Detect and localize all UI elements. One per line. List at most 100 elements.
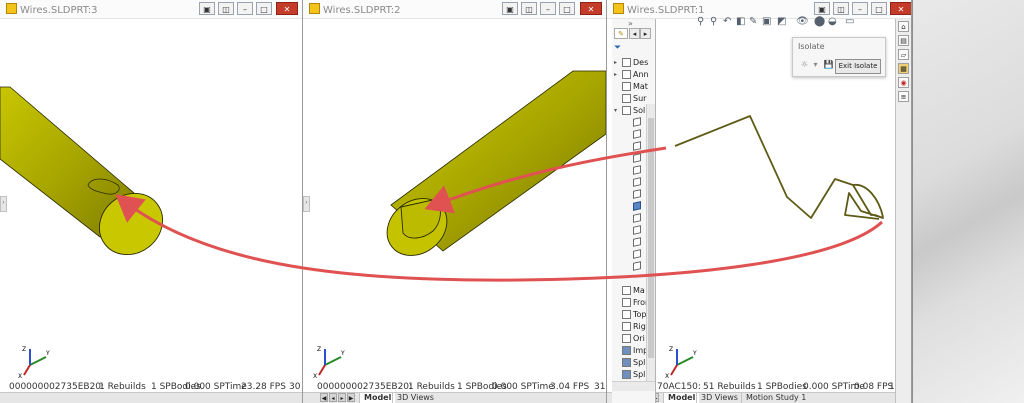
file-explorer-icon[interactable]: ▱: [898, 49, 909, 60]
tree-node-surface-bodies[interactable]: Sur: [612, 93, 655, 104]
window-title: Wires.SLDPRT:3: [6, 3, 98, 16]
svg-text:Y: Y: [340, 350, 345, 357]
plane-icon: [622, 322, 631, 331]
hide-show-items-icon[interactable]: 👁: [796, 16, 809, 27]
restore-view-button[interactable]: ◫: [521, 2, 537, 15]
tab-3d-views[interactable]: 3D Views: [696, 393, 742, 403]
tab-last-button[interactable]: ▶: [347, 393, 355, 402]
close-button[interactable]: ✕: [580, 2, 602, 15]
tab-model[interactable]: Model: [663, 393, 700, 403]
previous-view-icon[interactable]: ↶: [723, 16, 731, 27]
titlebar[interactable]: Wires.SLDPRT:3 ▣ ◫ – □ ✕: [0, 0, 302, 19]
view-palette-icon[interactable]: ▦: [898, 63, 909, 74]
scrollbar-thumb[interactable]: [648, 118, 654, 358]
solid-body-icon[interactable]: [633, 141, 641, 151]
wire-3d-sketch-loop: [852, 184, 884, 218]
panel-expand-handle[interactable]: ›: [303, 196, 310, 212]
document-window-3: Wires.SLDPRT:3 ▣ ◫ – □ ✕ › YZX 000000002…: [0, 0, 303, 403]
solid-body-icon[interactable]: [633, 249, 641, 259]
graphics-viewport[interactable]: [303, 19, 606, 383]
part-icon: [613, 3, 624, 14]
graphics-viewport[interactable]: [0, 19, 302, 383]
manager-tabs: ✎ ◂ ▸: [614, 28, 652, 40]
tree-node-annotations[interactable]: ▸ Ann: [612, 69, 655, 80]
tab-first-button[interactable]: ◀: [320, 393, 328, 402]
design-library-icon[interactable]: ▤: [898, 35, 909, 46]
part-icon: [6, 3, 17, 14]
feature-manager-tree[interactable]: » ✎ ◂ ▸ ⏷ ▸ Des ▸ Ann Mat Sur ▾ Soli Ma Fro…: [612, 19, 656, 403]
solid-body-icon[interactable]: [633, 129, 641, 139]
zoom-to-area-icon[interactable]: ⚲: [710, 16, 717, 27]
solid-body-icon[interactable]: [633, 153, 641, 163]
svg-text:X: X: [18, 373, 22, 379]
svg-text:Z: Z: [669, 346, 673, 353]
imported-body-icon: [622, 346, 631, 355]
exit-isolate-button[interactable]: Exit Isolate: [835, 59, 881, 74]
tile-button[interactable]: ▣: [814, 2, 830, 15]
display-style-icon[interactable]: ◩: [777, 16, 786, 27]
solid-body-icon[interactable]: [633, 189, 641, 199]
tab-scroll-left[interactable]: ◂: [629, 28, 640, 39]
tab-model[interactable]: Model: [359, 393, 396, 403]
minimize-button[interactable]: –: [852, 2, 868, 15]
visibility-icon[interactable]: ☼: [799, 59, 810, 70]
surface-bodies-icon: [622, 94, 631, 103]
close-button[interactable]: ✕: [276, 2, 298, 15]
tree-collapse-handle[interactable]: »: [628, 19, 633, 28]
view-orientation-icon[interactable]: ▣: [762, 16, 771, 27]
tab-scroll-right[interactable]: ▸: [640, 28, 651, 39]
apply-scene-icon[interactable]: ◒: [828, 16, 837, 27]
save-as-display-state-icon[interactable]: 💾: [823, 59, 834, 70]
tile-button[interactable]: ▣: [199, 2, 215, 15]
model-tab-strip: [0, 392, 302, 403]
maximize-button[interactable]: □: [256, 2, 272, 15]
titlebar[interactable]: Wires.SLDPRT:2 ▣ ◫ – □ ✕: [303, 0, 606, 19]
tab-next-button[interactable]: ▸: [338, 393, 346, 402]
solid-bodies-icon: [622, 106, 631, 115]
plane-icon: [622, 310, 631, 319]
tab-prev-button[interactable]: ◂: [329, 393, 337, 402]
appearances-icon[interactable]: ◉: [898, 77, 909, 88]
restore-view-button[interactable]: ◫: [833, 2, 849, 15]
zoom-to-fit-icon[interactable]: ⚲: [697, 16, 704, 27]
tab-3d-views[interactable]: 3D Views: [392, 393, 438, 403]
material-icon: [622, 286, 631, 295]
titlebar[interactable]: Wires.SLDPRT:1 ▣ ◫ – □ ✕: [607, 0, 911, 19]
custom-properties-icon[interactable]: ≡: [898, 91, 909, 102]
feature-manager-tab[interactable]: ✎: [614, 28, 628, 39]
maximize-button[interactable]: □: [871, 2, 887, 15]
split-feature-icon: [622, 370, 631, 379]
tree-vertical-scrollbar[interactable]: [646, 104, 655, 384]
solid-body-icon[interactable]: [633, 237, 641, 247]
tree-horizontal-scrollbar[interactable]: [612, 381, 655, 391]
solid-body-icon[interactable]: [633, 213, 641, 223]
filter-icon[interactable]: ⏷: [614, 43, 621, 53]
svg-text:Y: Y: [45, 350, 50, 357]
close-button[interactable]: ✕: [890, 2, 911, 15]
tab-motion-study[interactable]: Motion Study 1: [741, 393, 810, 403]
home-icon[interactable]: ⌂: [898, 21, 909, 32]
solid-body-icon[interactable]: [633, 165, 641, 175]
maximize-button[interactable]: □: [559, 2, 575, 15]
visibility-dropdown-icon[interactable]: ▾: [810, 59, 821, 70]
solid-body-icon[interactable]: [633, 117, 641, 127]
solid-body-icon[interactable]: [633, 261, 641, 271]
restore-view-button[interactable]: ◫: [218, 2, 234, 15]
edit-appearance-icon[interactable]: ⬤: [814, 16, 825, 27]
desktop-background: [911, 0, 1024, 403]
plane-icon: [622, 298, 631, 307]
minimize-button[interactable]: –: [540, 2, 556, 15]
dynamic-annotation-icon[interactable]: ✎: [749, 16, 757, 27]
coordinate-triad: Y Z X: [311, 345, 345, 379]
solid-body-icon[interactable]: [633, 177, 641, 187]
panel-expand-handle[interactable]: ›: [0, 196, 7, 212]
view-settings-icon[interactable]: ▭: [845, 16, 854, 27]
tree-node-design-binder[interactable]: ▸ Des: [612, 57, 655, 68]
design-binder-icon: [622, 58, 631, 67]
section-view-icon[interactable]: ◧: [736, 16, 745, 27]
solid-body-icon[interactable]: [633, 225, 641, 235]
tree-node-material[interactable]: Mat: [612, 81, 655, 92]
solid-body-icon-selected[interactable]: [633, 201, 641, 211]
tile-button[interactable]: ▣: [502, 2, 518, 15]
minimize-button[interactable]: –: [237, 2, 253, 15]
